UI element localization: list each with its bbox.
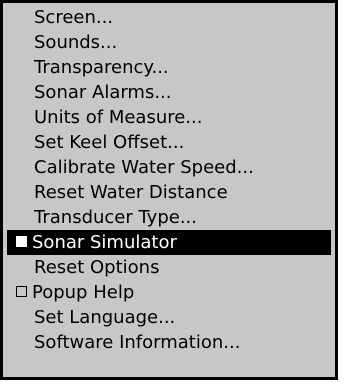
menu-list: Screen... Sounds... Transparency... Sona… bbox=[3, 3, 335, 355]
menu-item-screen[interactable]: Screen... bbox=[3, 5, 335, 30]
menu-item-software-information[interactable]: Software Information... bbox=[3, 330, 335, 355]
menu-item-label: Calibrate Water Speed... bbox=[34, 157, 254, 178]
menu-item-label: Popup Help bbox=[32, 282, 135, 303]
menu-item-sonar-alarms[interactable]: Sonar Alarms... bbox=[3, 80, 335, 105]
menu-item-label: Transducer Type... bbox=[34, 207, 198, 228]
menu-item-label: Units of Measure... bbox=[34, 107, 203, 128]
menu-item-transducer-type[interactable]: Transducer Type... bbox=[3, 205, 335, 230]
menu-item-popup-help[interactable]: Popup Help bbox=[3, 280, 335, 305]
menu-item-set-keel-offset[interactable]: Set Keel Offset... bbox=[3, 130, 335, 155]
menu-item-label: Set Language... bbox=[34, 307, 176, 328]
menu-item-units-of-measure[interactable]: Units of Measure... bbox=[3, 105, 335, 130]
menu-item-sonar-simulator[interactable]: Sonar Simulator bbox=[7, 230, 331, 255]
menu-item-reset-water-distance[interactable]: Reset Water Distance bbox=[3, 180, 335, 205]
menu-item-label: Sonar Alarms... bbox=[34, 82, 172, 103]
checkbox-checked-icon[interactable] bbox=[16, 236, 27, 247]
menu-item-reset-options[interactable]: Reset Options bbox=[3, 255, 335, 280]
checkbox-unchecked-icon[interactable] bbox=[16, 286, 27, 297]
menu-item-label: Reset Water Distance bbox=[34, 182, 228, 203]
menu-item-label: Sonar Simulator bbox=[32, 232, 177, 253]
menu-item-label: Transparency... bbox=[34, 57, 169, 78]
menu-item-label: Screen... bbox=[34, 7, 114, 28]
menu-item-label: Reset Options bbox=[34, 257, 160, 278]
menu-item-label: Software Information... bbox=[34, 332, 241, 353]
setup-menu: Screen... Sounds... Transparency... Sona… bbox=[0, 0, 338, 380]
menu-item-transparency[interactable]: Transparency... bbox=[3, 55, 335, 80]
menu-item-set-language[interactable]: Set Language... bbox=[3, 305, 335, 330]
menu-item-sounds[interactable]: Sounds... bbox=[3, 30, 335, 55]
menu-item-calibrate-water-speed[interactable]: Calibrate Water Speed... bbox=[3, 155, 335, 180]
menu-item-label: Sounds... bbox=[34, 32, 118, 53]
menu-item-label: Set Keel Offset... bbox=[34, 132, 185, 153]
